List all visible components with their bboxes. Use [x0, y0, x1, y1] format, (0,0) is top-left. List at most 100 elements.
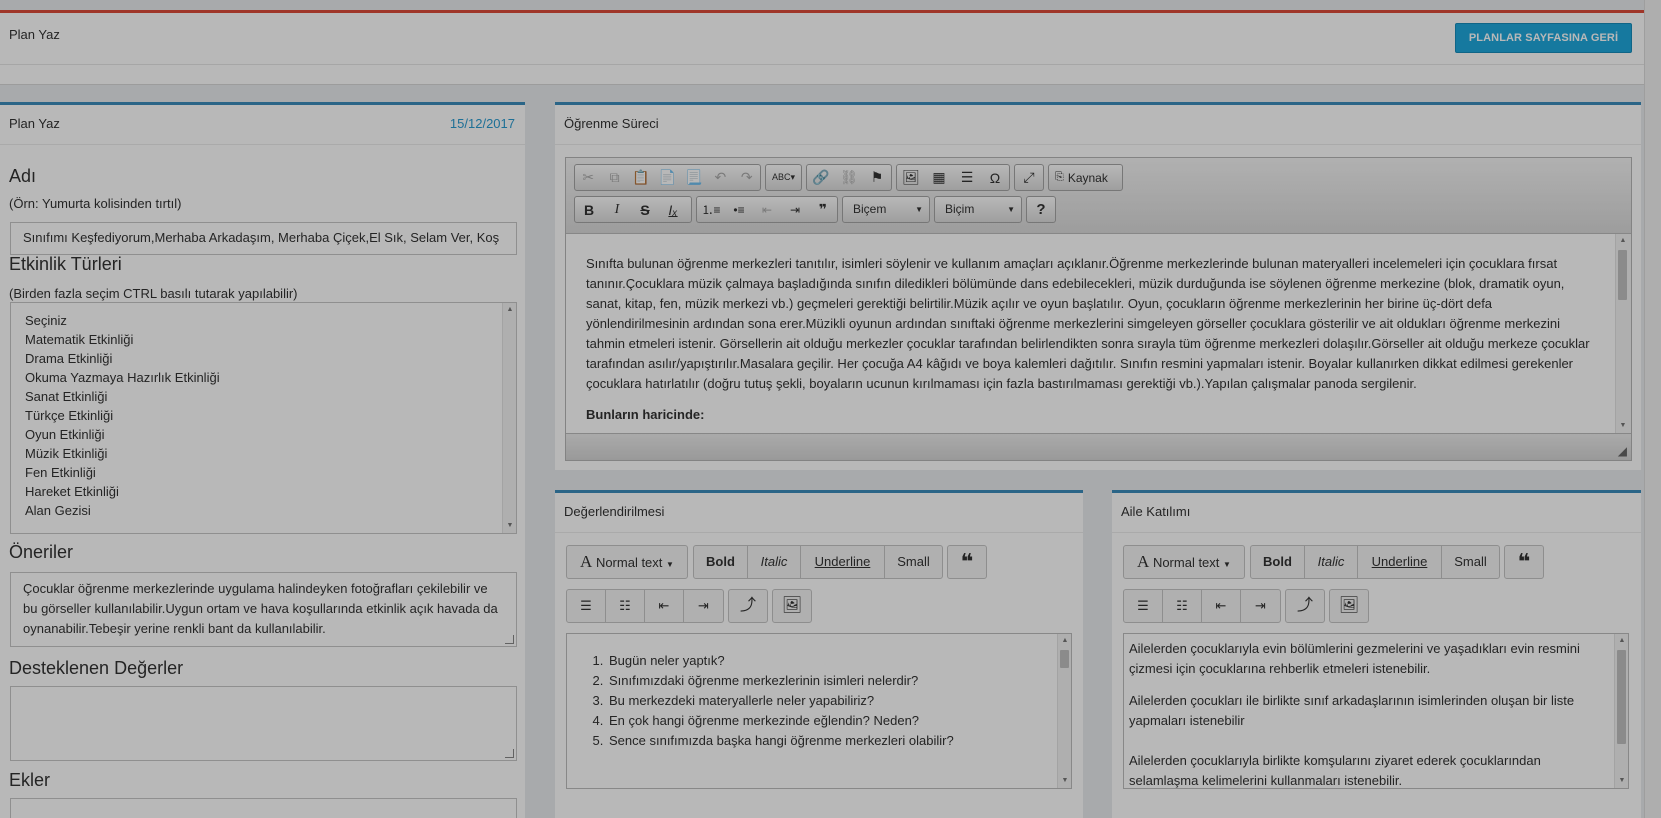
horizontal-rule-icon[interactable]: ☰	[953, 165, 981, 190]
ordered-list-icon[interactable]: ☷	[1163, 590, 1202, 622]
italic-icon[interactable]: I	[603, 197, 631, 222]
editor-scrollbar[interactable]: ▲ ▼	[1615, 234, 1631, 433]
scroll-up-arrow-icon[interactable]: ▲	[503, 303, 516, 317]
outdent-icon[interactable]: ⇤	[753, 197, 781, 222]
bold-icon[interactable]: B	[575, 197, 603, 222]
special-char-icon[interactable]: Ω	[981, 165, 1009, 190]
evaluation-scrollbar[interactable]: ▲ ▼	[1057, 634, 1071, 788]
back-to-plans-button[interactable]: PLANLAR SAYFASINA GERİ DÖN	[1455, 23, 1632, 72]
eval-underline-button[interactable]: Underline	[801, 546, 885, 578]
anchor-flag-icon[interactable]: ⚑	[863, 165, 891, 190]
outdent-icon[interactable]: ⇤	[645, 590, 684, 622]
family-bold-button[interactable]: Bold	[1251, 546, 1305, 578]
scroll-up-arrow-icon[interactable]: ▲	[1615, 634, 1628, 648]
paste-word-icon[interactable]: 📃	[681, 165, 707, 190]
scroll-up-arrow-icon[interactable]: ▲	[1616, 234, 1630, 248]
copy-icon[interactable]: ⧉	[601, 165, 627, 190]
paste-icon[interactable]: 📋	[628, 165, 654, 190]
supported-values-textarea[interactable]	[10, 686, 517, 761]
name-label: Adı	[9, 166, 37, 186]
activity-option[interactable]: Alan Gezisi	[11, 501, 516, 520]
eval-italic-button[interactable]: Italic	[748, 546, 801, 578]
suggestions-textarea[interactable]: Çocuklar öğrenme merkezlerinde uygulama …	[10, 572, 517, 647]
spellcheck-icon[interactable]: ABC▾	[766, 165, 801, 190]
activity-option[interactable]: Müzik Etkinliği	[11, 444, 516, 463]
family-small-button[interactable]: Small	[1442, 546, 1499, 578]
eval-link-share-icon[interactable]: ⤴	[728, 589, 768, 623]
insert-group: 🖼 ▦ ☰ Ω	[896, 164, 1010, 191]
editor-scroll-track[interactable]: ▲ ▼	[1615, 234, 1631, 433]
scroll-up-arrow-icon[interactable]: ▲	[1058, 634, 1071, 648]
remove-format-icon[interactable]: Iₓ	[659, 197, 687, 222]
scroll-down-arrow-icon[interactable]: ▼	[503, 519, 516, 533]
evaluation-editor[interactable]: Bugün neler yaptık? Sınıfımızdaki öğrenm…	[566, 633, 1072, 789]
maximize-icon[interactable]: ⤢	[1015, 165, 1043, 190]
scroll-thumb[interactable]	[1617, 650, 1626, 744]
ordered-list-icon[interactable]: ☷	[606, 590, 645, 622]
unordered-list-icon[interactable]: ☰	[567, 590, 606, 622]
activity-option[interactable]: Türkçe Etkinliği	[11, 406, 516, 425]
image-icon[interactable]: 🖼	[897, 165, 925, 190]
strike-icon[interactable]: S	[631, 197, 659, 222]
scroll-down-arrow-icon[interactable]: ▼	[1058, 774, 1071, 788]
family-italic-button[interactable]: Italic	[1305, 546, 1358, 578]
bulleted-list-icon[interactable]: •≡	[725, 197, 753, 222]
family-quote-icon[interactable]: ❝	[1504, 545, 1544, 579]
eval-image-icon[interactable]: 🖼	[772, 589, 812, 623]
resize-grip-icon[interactable]: ◢	[1618, 444, 1627, 458]
redo-icon[interactable]: ↷	[734, 165, 760, 190]
activity-option[interactable]: Okuma Yazmaya Hazırlık Etkinliği	[11, 368, 516, 387]
activity-option[interactable]: Fen Etkinliği	[11, 463, 516, 482]
page-scrollbar[interactable]	[1644, 0, 1661, 818]
eval-bold-button[interactable]: Bold	[694, 546, 748, 578]
name-input[interactable]: Sınıfımı Keşfediyorum,Merhaba Arkadaşım,…	[10, 222, 517, 255]
activity-select-scrollbar[interactable]: ▲ ▼	[502, 303, 516, 533]
style-combo-label: Biçem	[853, 202, 887, 216]
eval-quote-icon[interactable]: ❝	[947, 545, 987, 579]
family-normal-text-dropdown[interactable]: A Normal text ▼	[1123, 545, 1245, 579]
indent-icon[interactable]: ⇥	[781, 197, 809, 222]
resize-grip-icon[interactable]	[505, 635, 514, 644]
table-icon[interactable]: ▦	[925, 165, 953, 190]
evaluation-header: Değerlendirilmesi	[555, 493, 1083, 533]
activity-option[interactable]: Drama Etkinliği	[11, 349, 516, 368]
blockquote-icon[interactable]: ❞	[809, 197, 837, 222]
family-editor[interactable]: Ailelerden çocuklarıyla evin bölümlerini…	[1123, 633, 1629, 789]
activity-option[interactable]: Oyun Etkinliği	[11, 425, 516, 444]
scroll-thumb[interactable]	[1060, 650, 1069, 668]
help-button[interactable]: ?	[1036, 201, 1045, 218]
source-button[interactable]: Kaynak	[1068, 171, 1108, 185]
style-combo[interactable]: Biçem ▼	[842, 196, 930, 223]
source-icon: ⎘	[1055, 171, 1064, 183]
activity-types-select[interactable]: Seçiniz Matematik Etkinliği Drama Etkinl…	[10, 302, 517, 534]
outdent-icon[interactable]: ⇤	[1202, 590, 1241, 622]
evaluation-question: Sence sınıfımızda başka hangi öğrenme me…	[607, 731, 1071, 751]
activity-option[interactable]: Hareket Etkinliği	[11, 482, 516, 501]
numbered-list-icon[interactable]: ⒈≡	[697, 197, 725, 222]
family-image-icon[interactable]: 🖼	[1329, 589, 1369, 623]
link-icon[interactable]: 🔗	[807, 165, 835, 190]
eval-normal-text-dropdown[interactable]: A Normal text ▼	[566, 545, 688, 579]
scroll-down-arrow-icon[interactable]: ▼	[1615, 774, 1628, 788]
editor-resize-bar: ◢	[566, 433, 1631, 460]
format-combo[interactable]: Biçim ▼	[934, 196, 1022, 223]
indent-icon[interactable]: ⇥	[684, 590, 723, 622]
attachments-input[interactable]	[10, 798, 517, 818]
activity-option[interactable]: Matematik Etkinliği	[11, 330, 516, 349]
editor-content[interactable]: Sınıfta bulunan öğrenme merkezleri tanıt…	[566, 234, 1615, 433]
resize-grip-icon[interactable]	[505, 749, 514, 758]
family-underline-button[interactable]: Underline	[1358, 546, 1442, 578]
indent-icon[interactable]: ⇥	[1241, 590, 1280, 622]
unlink-icon[interactable]: ⛓	[835, 165, 863, 190]
activity-option[interactable]: Seçiniz	[11, 311, 516, 330]
cut-icon[interactable]: ✂	[575, 165, 601, 190]
scroll-down-arrow-icon[interactable]: ▼	[1616, 419, 1630, 433]
eval-small-button[interactable]: Small	[885, 546, 942, 578]
family-scrollbar[interactable]: ▲ ▼	[1614, 634, 1628, 788]
scroll-thumb[interactable]	[1618, 250, 1627, 300]
undo-icon[interactable]: ↶	[707, 165, 733, 190]
paste-text-icon[interactable]: 📄	[654, 165, 680, 190]
unordered-list-icon[interactable]: ☰	[1124, 590, 1163, 622]
family-link-share-icon[interactable]: ⤴	[1285, 589, 1325, 623]
activity-option[interactable]: Sanat Etkinliği	[11, 387, 516, 406]
